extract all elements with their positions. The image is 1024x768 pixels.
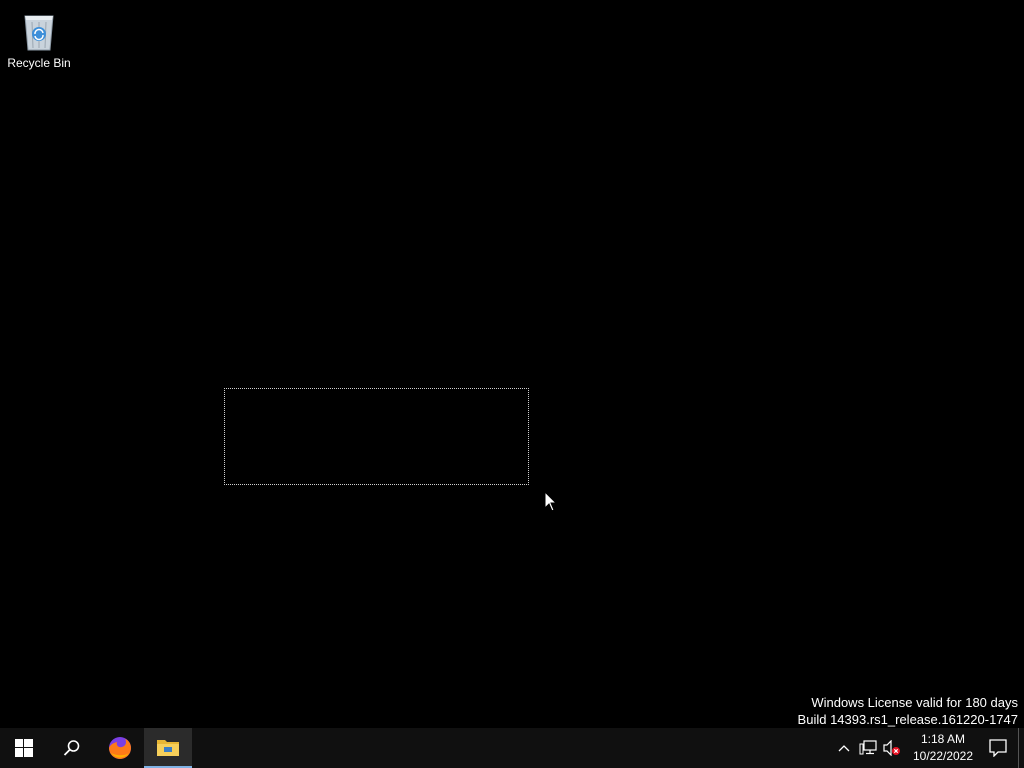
volume-muted-icon [883, 740, 900, 756]
search-icon [63, 740, 80, 756]
action-center-button[interactable] [978, 728, 1018, 768]
recycle-bin-shortcut[interactable]: Recycle Bin [4, 6, 74, 76]
clock[interactable]: 1:18 AM 10/22/2022 [908, 728, 978, 768]
file-explorer-icon [157, 740, 179, 756]
license-text: Windows License valid for 180 days [811, 695, 1018, 710]
clock-date: 10/22/2022 [912, 749, 974, 763]
firefox-icon [109, 737, 131, 759]
taskbar: 1:18 AM 10/22/2022 [0, 728, 1024, 768]
recycle-bin-label: Recycle Bin [7, 56, 71, 70]
mouse-pointer-icon [544, 491, 558, 512]
selection-rectangle [224, 388, 529, 485]
network-icon [859, 740, 877, 755]
license-watermark: Windows License valid for 180 days Build… [798, 694, 1018, 728]
show-hidden-icons-button[interactable] [832, 728, 856, 768]
windows-logo-icon [15, 739, 33, 757]
clock-time: 1:18 AM [920, 732, 966, 746]
taskbar-file-explorer[interactable] [144, 728, 192, 768]
action-center-icon [989, 739, 1007, 757]
chevron-up-icon [838, 745, 850, 752]
show-desktop-button[interactable] [1018, 728, 1024, 768]
start-button[interactable] [0, 728, 48, 768]
taskbar-firefox[interactable] [96, 728, 144, 768]
volume-button[interactable] [880, 728, 904, 768]
search-button[interactable] [48, 728, 96, 768]
build-text: Build 14393.rs1_release.161220-1747 [797, 712, 1018, 727]
network-button[interactable] [856, 728, 880, 768]
desktop[interactable]: Recycle Bin Windows License valid for 18… [0, 0, 1024, 728]
recycle-bin-icon [24, 15, 54, 51]
system-tray: 1:18 AM 10/22/2022 [832, 728, 1024, 768]
